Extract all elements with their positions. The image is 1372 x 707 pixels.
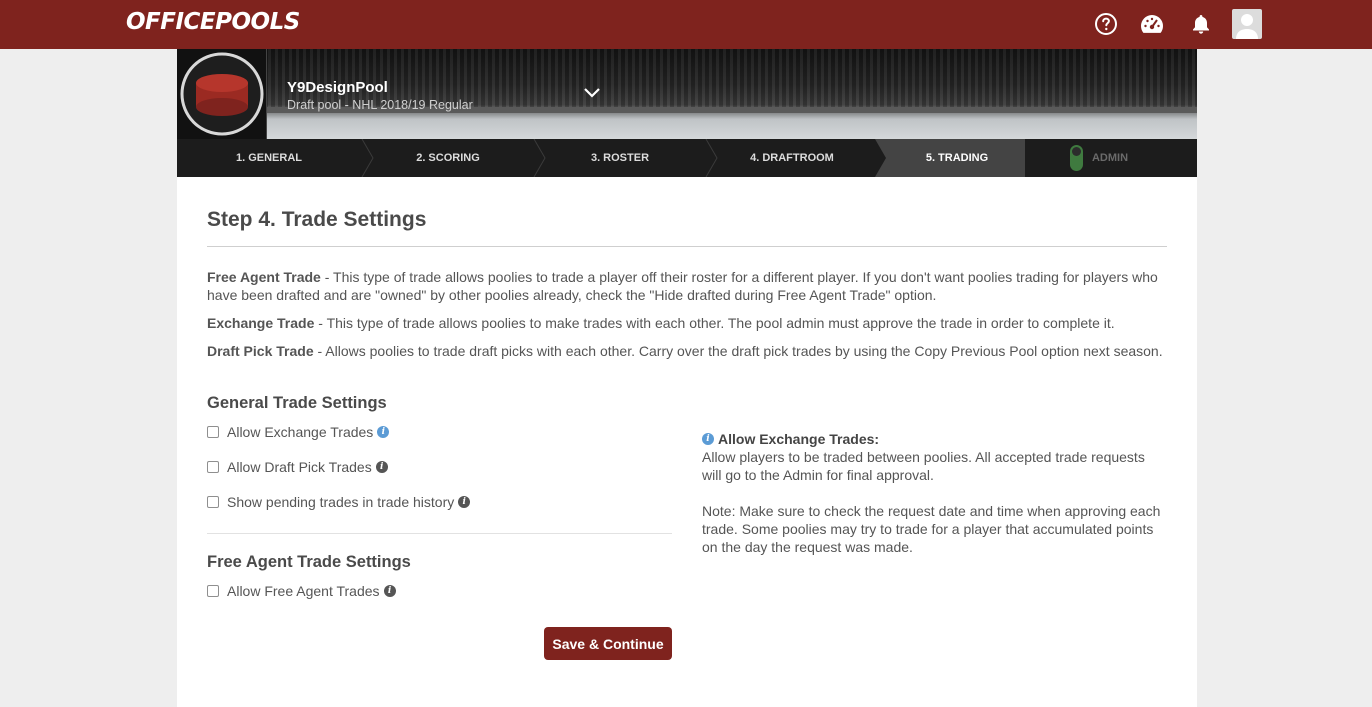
pool-subtitle: Draft pool - NHL 2018/19 Regular (287, 98, 473, 112)
tab-roster[interactable]: 3. ROSTER (535, 139, 705, 177)
description-free-agent: Free Agent Trade - This type of trade al… (207, 269, 1158, 303)
page-title: Step 4. Trade Settings (207, 208, 427, 231)
allow-free-agent-trades-label[interactable]: Allow Free Agent Trades (227, 583, 380, 599)
tab-general[interactable]: 1. GENERAL (177, 139, 361, 177)
allow-draft-pick-trades-checkbox[interactable] (207, 461, 219, 473)
pool-switcher-chevron-icon[interactable] (581, 85, 603, 101)
help-icon[interactable] (1092, 10, 1120, 38)
help-note: Note: Make sure to check the request dat… (702, 503, 1161, 555)
allow-exchange-trades-label[interactable]: Allow Exchange Trades (227, 424, 373, 440)
help-title: Allow Exchange Trades: (718, 431, 880, 447)
dashboard-icon[interactable] (1138, 10, 1166, 38)
tab-trading[interactable]: 5. TRADING (889, 139, 1025, 177)
info-icon[interactable]: i (377, 426, 390, 438)
description-draft-pick: Draft Pick Trade - Allows poolies to tra… (207, 343, 1163, 359)
pool-avatar (177, 49, 267, 139)
puck-icon (180, 52, 264, 136)
setup-steps-nav: 1. GENERAL 2. SCORING 3. ROSTER 4. DRAFT… (177, 139, 1197, 177)
show-pending-trades-row: Show pending trades in trade history i (207, 493, 471, 511)
allow-draft-pick-trades-label[interactable]: Allow Draft Pick Trades (227, 459, 372, 475)
pool-banner: Y9DesignPool Draft pool - NHL 2018/19 Re… (177, 49, 1197, 139)
free-agent-trade-settings-title: Free Agent Trade Settings (207, 553, 411, 571)
info-icon: i (702, 433, 714, 445)
pool-name: Y9DesignPool (287, 79, 388, 96)
help-panel: i Allow Exchange Trades: Allow players t… (702, 430, 1167, 556)
top-bar: OFFICEPOOLS (0, 0, 1372, 49)
info-icon[interactable]: i (383, 585, 396, 597)
tab-scoring[interactable]: 2. SCORING (363, 139, 533, 177)
allow-exchange-trades-row: Allow Exchange Trades i (207, 423, 390, 441)
info-icon[interactable]: i (375, 461, 388, 473)
allow-draft-pick-trades-row: Allow Draft Pick Trades i (207, 458, 388, 476)
allow-free-agent-trades-row: Allow Free Agent Trades i (207, 582, 396, 600)
show-pending-trades-label[interactable]: Show pending trades in trade history (227, 494, 454, 510)
description-exchange: Exchange Trade - This type of trade allo… (207, 315, 1115, 331)
user-avatar[interactable] (1232, 9, 1262, 39)
admin-toggle[interactable] (1070, 145, 1083, 171)
tab-draftroom[interactable]: 4. DRAFTROOM (707, 139, 877, 177)
main-container: Y9DesignPool Draft pool - NHL 2018/19 Re… (177, 49, 1197, 707)
show-pending-trades-checkbox[interactable] (207, 496, 219, 508)
officepools-logo[interactable]: OFFICEPOOLS (126, 9, 300, 35)
section-divider (207, 533, 672, 534)
bell-icon[interactable] (1187, 10, 1215, 38)
save-continue-button[interactable]: Save & Continue (544, 627, 672, 660)
title-divider (207, 246, 1167, 247)
general-trade-settings-title: General Trade Settings (207, 394, 387, 412)
allow-exchange-trades-checkbox[interactable] (207, 426, 219, 438)
tab-admin[interactable]: ADMIN (1089, 139, 1131, 177)
help-body: Allow players to be traded between pooli… (702, 449, 1145, 483)
allow-free-agent-trades-checkbox[interactable] (207, 585, 219, 597)
info-icon[interactable]: i (458, 496, 471, 508)
